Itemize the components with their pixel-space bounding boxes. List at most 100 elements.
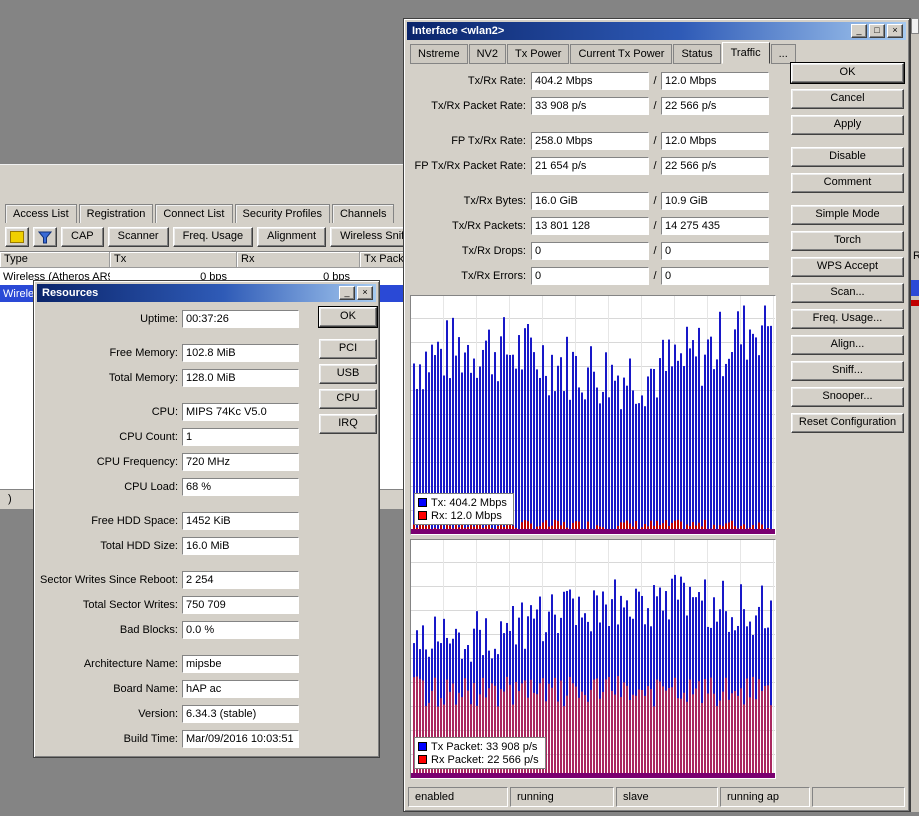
tab-nv2[interactable]: NV2 [469,44,506,64]
window-title: Resources [42,287,337,299]
total-memory-value[interactable]: 128.0 MiB [182,369,299,387]
field-label-uptime: Uptime: [38,313,178,325]
packet-rate-chart: Tx Packet: 33 908 p/sRx Packet: 22 566 p… [410,539,776,779]
minimize-button[interactable]: _ [339,286,355,300]
column-header-tx[interactable]: Tx [110,252,237,268]
resources-window: Resources _× Uptime:00:37:26Free Memory:… [33,280,380,758]
cpu-count-value[interactable]: 1 [182,428,299,446]
alignment-button[interactable]: Alignment [257,227,326,247]
board-name-value[interactable]: hAP ac [182,680,299,698]
tab-tx-power[interactable]: Tx Power [507,44,569,64]
maximize-button[interactable]: □ [869,24,885,38]
sniff-button[interactable]: Sniff... [791,361,904,381]
sector-writes-since-reboot-value[interactable]: 2 254 [182,571,299,589]
fp-tx-rx-rate-rx-value[interactable]: 12.0 Mbps [661,132,769,150]
scanner-button[interactable]: Scanner [108,227,169,247]
legend-entry: Rx Packet: 22 566 p/s [418,753,539,766]
version-value[interactable]: 6.34.3 (stable) [182,705,299,723]
field-label-bad-blocks: Bad Blocks: [38,624,178,636]
tx-rx-bytes-rx-value[interactable]: 10.9 GiB [661,192,769,210]
free-memory-value[interactable]: 102.8 MiB [182,344,299,362]
field-label-free-hdd-space: Free HDD Space: [38,515,178,527]
tx-rx-errors-rx-value[interactable]: 0 [661,267,769,285]
column-header-type[interactable]: Type [0,252,110,268]
resource-field-row: CPU Load:68 % [38,478,310,496]
traffic-field-row: Tx/Rx Errors:0/0 [408,267,788,285]
build-time-value[interactable]: Mar/09/2016 10:03:51 [182,730,299,748]
total-sector-writes-value[interactable]: 750 709 [182,596,299,614]
free-hdd-space-value[interactable]: 1452 KiB [182,512,299,530]
tab-nstreme[interactable]: Nstreme [410,44,468,64]
disable-button[interactable]: Disable [791,147,904,167]
total-hdd-size-value[interactable]: 16.0 MiB [182,537,299,555]
resource-field-row: CPU Count:1 [38,428,310,446]
tab-registration[interactable]: Registration [79,204,154,223]
tab-access-list[interactable]: Access List [5,204,77,223]
tx-rx-packets-tx-value[interactable]: 13 801 128 [531,217,649,235]
resource-field-row: CPU Frequency:720 MHz [38,453,310,471]
cpu-value[interactable]: MIPS 74Kc V5.0 [182,403,299,421]
cancel-button[interactable]: Cancel [791,89,904,109]
align-button[interactable]: Align... [791,335,904,355]
tab-current-tx-power[interactable]: Current Tx Power [570,44,672,64]
tab-security-profiles[interactable]: Security Profiles [235,204,330,223]
reset-configuration-button[interactable]: Reset Configuration [791,413,904,433]
filter-icon[interactable] [33,227,57,247]
tx-rx-bytes-tx-value[interactable]: 16.0 GiB [531,192,649,210]
window-controls: _× [337,286,373,300]
tx-rx-rate-rx-value[interactable]: 12.0 Mbps [661,72,769,90]
quickset-icon[interactable] [5,227,29,247]
freq-usage-button[interactable]: Freq. Usage [173,227,254,247]
scan-button[interactable]: Scan... [791,283,904,303]
tx-rx-packet-rate-tx-value[interactable]: 33 908 p/s [531,97,649,115]
irq-button[interactable]: IRQ [319,414,377,434]
tab-overflow[interactable]: ... [771,44,796,64]
torch-button[interactable]: Torch [791,231,904,251]
tx-rx-drops-tx-value[interactable]: 0 [531,242,649,260]
cpu-load-value[interactable]: 68 % [182,478,299,496]
comment-button[interactable]: Comment [791,173,904,193]
tab-status[interactable]: Status [673,44,720,64]
window-title: Interface <wlan2> [412,25,849,37]
tx-rx-errors-tx-value[interactable]: 0 [531,267,649,285]
apply-button[interactable]: Apply [791,115,904,135]
tx-rx-rate-tx-value[interactable]: 404.2 Mbps [531,72,649,90]
snooper-button[interactable]: Snooper... [791,387,904,407]
freq-usage-button[interactable]: Freq. Usage... [791,309,904,329]
bad-blocks-value[interactable]: 0.0 % [182,621,299,639]
field-separator: / [649,270,661,282]
status-slave: slave [616,787,718,807]
column-header-rx[interactable]: Rx [237,252,360,268]
usb-button[interactable]: USB [319,364,377,384]
fp-tx-rx-packet-rate-rx-value[interactable]: 22 566 p/s [661,157,769,175]
ok-button[interactable]: OK [791,63,904,83]
column-header-tx-packet[interactable]: Tx Packet [360,252,403,268]
traffic-field-row: Tx/Rx Packets:13 801 128/14 275 435 [408,217,788,235]
simple-mode-button[interactable]: Simple Mode [791,205,904,225]
close-button[interactable]: × [357,286,373,300]
architecture-name-value[interactable]: mipsbe [182,655,299,673]
interface-titlebar[interactable]: Interface <wlan2> _□× [407,22,906,40]
traffic-field-row: Tx/Rx Bytes:16.0 GiB/10.9 GiB [408,192,788,210]
tab-channels[interactable]: Channels [332,204,394,223]
tab-traffic[interactable]: Traffic [722,42,770,64]
pci-button[interactable]: PCI [319,339,377,359]
legend-text: Rx: 12.0 Mbps [431,510,502,522]
ok-button[interactable]: OK [319,307,377,327]
wps-accept-button[interactable]: WPS Accept [791,257,904,277]
cap-button[interactable]: CAP [61,227,104,247]
cpu-frequency-value[interactable]: 720 MHz [182,453,299,471]
fp-tx-rx-packet-rate-tx-value[interactable]: 21 654 p/s [531,157,649,175]
tx-rx-packets-rx-value[interactable]: 14 275 435 [661,217,769,235]
field-separator: / [649,75,661,87]
cpu-button[interactable]: CPU [319,389,377,409]
close-button[interactable]: × [887,24,903,38]
resources-fields: Uptime:00:37:26Free Memory:102.8 MiBTota… [38,303,310,748]
minimize-button[interactable]: _ [851,24,867,38]
tx-rx-packet-rate-rx-value[interactable]: 22 566 p/s [661,97,769,115]
tx-rx-drops-rx-value[interactable]: 0 [661,242,769,260]
resources-titlebar[interactable]: Resources _× [37,284,376,302]
tab-connect-list[interactable]: Connect List [155,204,232,223]
uptime-value[interactable]: 00:37:26 [182,310,299,328]
fp-tx-rx-rate-tx-value[interactable]: 258.0 Mbps [531,132,649,150]
